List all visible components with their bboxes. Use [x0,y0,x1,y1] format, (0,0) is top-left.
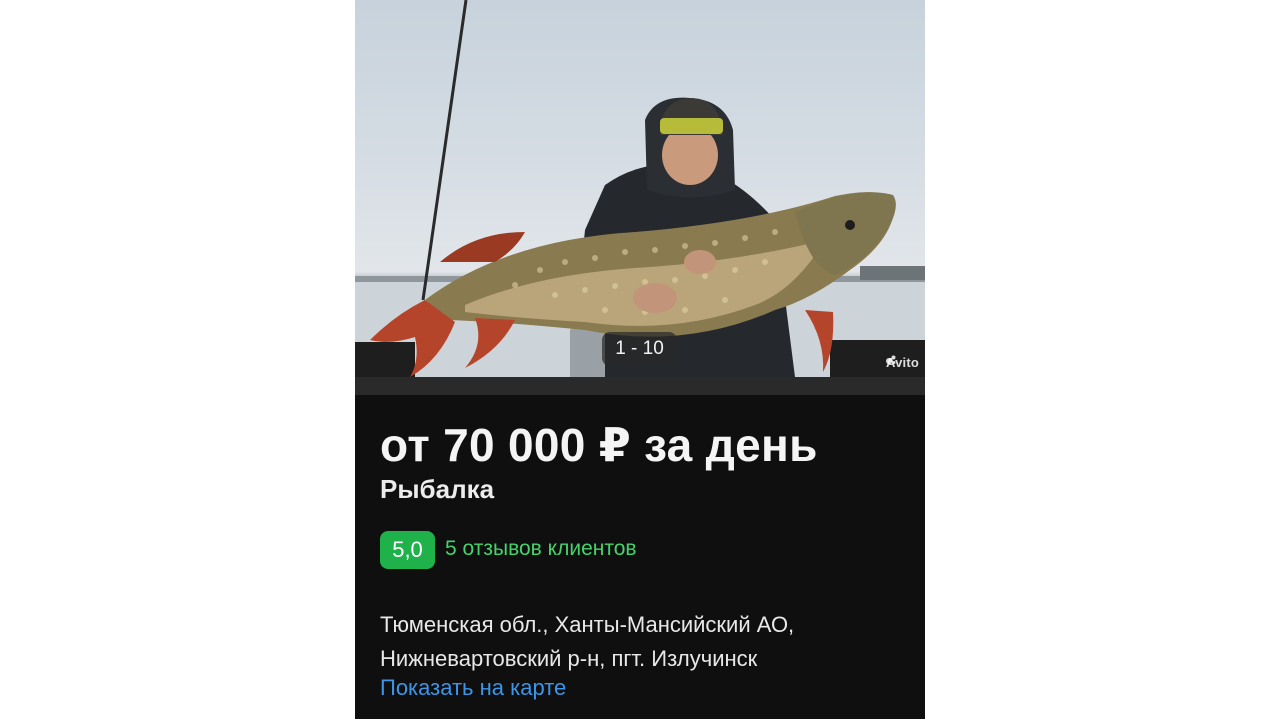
avito-logo-icon [885,355,896,364]
price-title: от 70 000 ₽ за день [380,419,818,471]
listing-screen: 1 - 10 Avito от 70 000 ₽ за день Рыбалка… [355,0,925,719]
show-on-map-link[interactable]: Показать на карте [380,675,566,701]
listing-category: Рыбалка [380,474,495,504]
rating-badge: 5,0 [380,531,435,569]
photo-counter: 1 - 10 [602,332,677,366]
address-line-1: Тюменская обл., Ханты-Мансийский АО, [380,612,795,637]
avito-watermark: Avito [885,355,919,370]
address: Тюменская обл., Ханты-Мансийский АО, Ниж… [380,608,910,676]
section-divider [355,377,925,395]
listing-photo[interactable]: 1 - 10 Avito [355,0,925,377]
photo-illustration [355,0,925,377]
address-line-2: Нижневартовский р-н, пгт. Излучинск [380,646,758,671]
reviews-link[interactable]: 5 отзывов клиентов [445,537,637,561]
